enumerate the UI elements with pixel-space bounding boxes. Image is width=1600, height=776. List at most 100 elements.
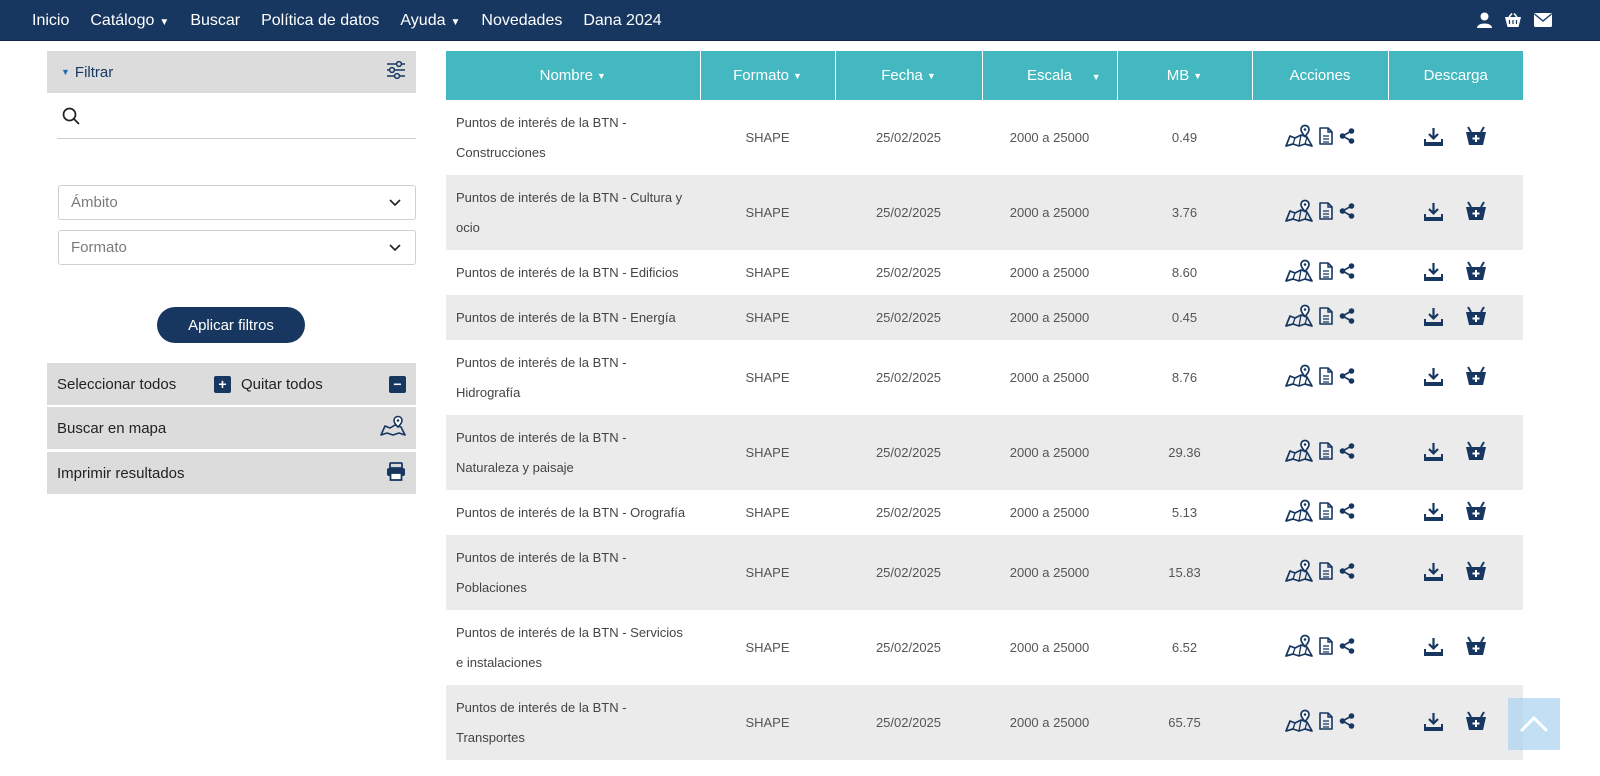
share-icon[interactable]: [1339, 128, 1355, 144]
mail-icon[interactable]: [1534, 13, 1552, 27]
download-icon[interactable]: [1424, 262, 1443, 281]
map-pin-icon[interactable]: [1285, 634, 1313, 658]
cell-acciones: [1252, 100, 1388, 175]
select-all-link[interactable]: Seleccionar todos: [57, 376, 176, 393]
share-icon[interactable]: [1339, 638, 1355, 654]
map-pin-icon[interactable]: [1285, 439, 1313, 463]
nav-item-catálogo[interactable]: Catálogo ▼: [90, 12, 169, 30]
cell-descarga: [1388, 250, 1523, 295]
document-icon[interactable]: [1319, 637, 1333, 655]
row-actions: [1285, 364, 1355, 388]
cell-fecha: 25/02/2025: [875, 310, 942, 325]
share-icon[interactable]: [1339, 368, 1355, 384]
nav-item-buscar[interactable]: Buscar: [190, 12, 240, 30]
share-icon[interactable]: [1339, 308, 1355, 324]
share-icon[interactable]: [1339, 713, 1355, 729]
row-actions: [1285, 559, 1355, 583]
add-to-basket-icon[interactable]: [1465, 366, 1487, 386]
share-icon[interactable]: [1339, 443, 1355, 459]
map-pin-icon[interactable]: [1285, 304, 1313, 328]
share-icon[interactable]: [1339, 503, 1355, 519]
document-icon[interactable]: [1319, 262, 1333, 280]
sort-nombre-header[interactable]: Nombre ▼: [446, 51, 701, 100]
document-icon[interactable]: [1319, 712, 1333, 730]
document-icon[interactable]: [1319, 367, 1333, 385]
search-icon: [62, 107, 80, 125]
user-icon[interactable]: [1477, 12, 1492, 28]
sort-fecha-header[interactable]: Fecha ▼: [835, 51, 983, 100]
download-icon[interactable]: [1424, 502, 1443, 521]
nav-item-inicio[interactable]: Inicio: [32, 12, 69, 30]
print-results-bar[interactable]: Imprimir resultados: [47, 452, 416, 494]
map-pin-icon[interactable]: [1285, 709, 1313, 733]
document-icon[interactable]: [1319, 307, 1333, 325]
add-to-basket-icon[interactable]: [1465, 636, 1487, 656]
cell-acciones: [1252, 340, 1388, 415]
cell-nombre: Puntos de interés de la BTN - Hidrografí…: [456, 354, 627, 400]
add-to-basket-icon[interactable]: [1465, 561, 1487, 581]
minus-square-icon[interactable]: −: [389, 375, 406, 393]
download-icon[interactable]: [1424, 307, 1443, 326]
map-search-bar[interactable]: Buscar en mapa: [47, 407, 416, 449]
download-icon[interactable]: [1424, 127, 1443, 146]
document-icon[interactable]: [1319, 127, 1333, 145]
acciones-header: Acciones: [1252, 51, 1389, 100]
download-icon[interactable]: [1424, 442, 1443, 461]
filter-label: Filtrar: [74, 63, 114, 81]
cell-mb: 29.36: [1168, 445, 1201, 460]
cell-fecha: 25/02/2025: [875, 370, 942, 385]
download-icon[interactable]: [1424, 202, 1443, 221]
add-to-basket-icon[interactable]: [1465, 711, 1487, 731]
download-icon[interactable]: [1424, 637, 1443, 656]
cell-acciones: [1252, 295, 1388, 340]
add-to-basket-icon[interactable]: [1465, 126, 1487, 146]
cell-escala: 2000 a 25000: [1009, 505, 1090, 520]
add-to-basket-icon[interactable]: [1465, 441, 1487, 461]
add-to-basket-icon[interactable]: [1465, 306, 1487, 326]
plus-square-icon[interactable]: +: [214, 375, 231, 393]
formato-select[interactable]: Formato: [58, 230, 416, 265]
document-icon[interactable]: [1319, 202, 1333, 220]
download-icon[interactable]: [1424, 562, 1443, 581]
download-icon[interactable]: [1424, 712, 1443, 731]
back-to-top-button[interactable]: [1508, 698, 1560, 750]
nav-item-dana-2024[interactable]: Dana 2024: [583, 12, 661, 30]
document-icon[interactable]: [1319, 442, 1333, 460]
document-icon[interactable]: [1319, 562, 1333, 580]
cell-formato: SHAPE: [745, 565, 790, 580]
remove-all-link[interactable]: Quitar todos: [241, 376, 323, 393]
map-pin-icon[interactable]: [1285, 559, 1313, 583]
nav-item-ayuda[interactable]: Ayuda ▼: [400, 12, 460, 30]
cell-mb: 65.75: [1168, 715, 1201, 730]
nav-item-política-de-datos[interactable]: Política de datos: [261, 12, 379, 30]
map-pin-icon[interactable]: [1285, 364, 1313, 388]
cell-fecha: 25/02/2025: [875, 205, 942, 220]
filter-toggle[interactable]: ▼ Filtrar: [47, 51, 416, 93]
map-pin-icon[interactable]: [1285, 259, 1313, 283]
formato-select-value: Formato: [71, 239, 127, 256]
apply-filters-button[interactable]: Aplicar filtros: [157, 307, 305, 343]
download-icon[interactable]: [1424, 367, 1443, 386]
map-pin-icon[interactable]: [1285, 199, 1313, 223]
cell-descarga: [1388, 100, 1523, 175]
sort-escala-header[interactable]: Escala ▼: [982, 51, 1118, 100]
search-input[interactable]: [88, 100, 416, 131]
map-pin-icon[interactable]: [1285, 499, 1313, 523]
sort-formato-header[interactable]: Formato ▼: [700, 51, 836, 100]
cell-nombre: Puntos de interés de la BTN - Orografía: [456, 504, 686, 520]
add-to-basket-icon[interactable]: [1465, 261, 1487, 281]
sliders-icon[interactable]: [386, 60, 406, 84]
nav-item-novedades[interactable]: Novedades: [481, 12, 562, 30]
sort-mb-header[interactable]: MB ▼: [1117, 51, 1253, 100]
row-actions: [1285, 439, 1355, 463]
document-icon[interactable]: [1319, 502, 1333, 520]
share-icon[interactable]: [1339, 563, 1355, 579]
ambito-select[interactable]: Ámbito: [58, 185, 416, 220]
share-icon[interactable]: [1339, 203, 1355, 219]
basket-icon[interactable]: [1504, 12, 1522, 28]
share-icon[interactable]: [1339, 263, 1355, 279]
add-to-basket-icon[interactable]: [1465, 201, 1487, 221]
map-pin-icon[interactable]: [1285, 124, 1313, 148]
cell-acciones: [1252, 175, 1388, 250]
add-to-basket-icon[interactable]: [1465, 501, 1487, 521]
